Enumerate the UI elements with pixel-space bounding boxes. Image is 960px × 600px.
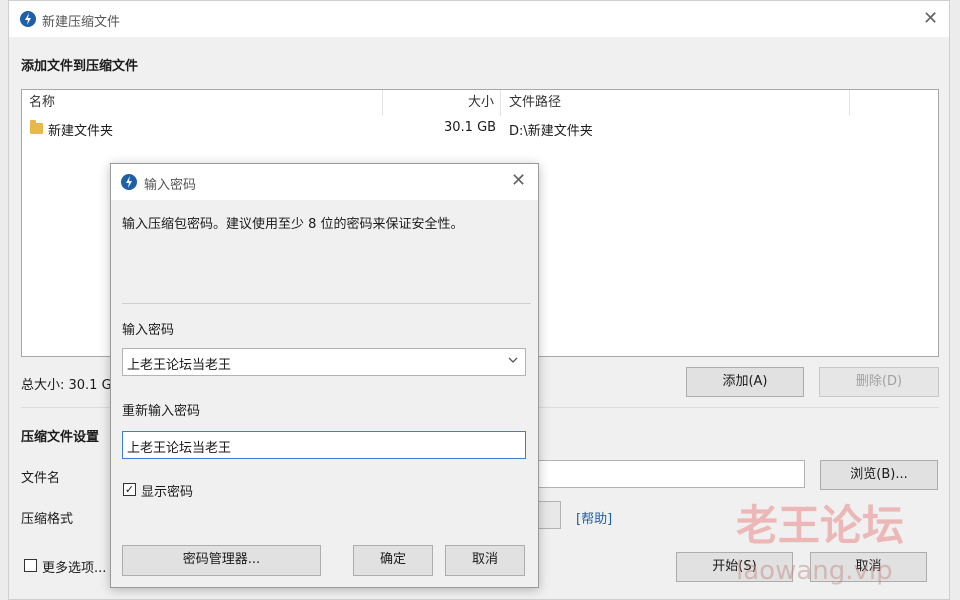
delete-button[interactable]: 删除(D): [819, 367, 939, 397]
app-logo-icon: [20, 11, 36, 27]
filename-label: 文件名: [21, 471, 61, 486]
watermark-url: laowang.vip: [736, 556, 893, 586]
show-password-label[interactable]: 显示密码: [141, 481, 193, 500]
column-divider: [500, 90, 501, 116]
dialog-title-bar: 输入密码 ✕: [111, 164, 538, 200]
column-header-size[interactable]: 大小: [468, 90, 494, 116]
row-path: D:\新建文件夹: [509, 124, 593, 139]
watermark-text: 老王论坛: [736, 501, 905, 550]
reenter-value: 上老王论坛当老王: [127, 441, 232, 456]
format-label: 压缩格式: [21, 512, 74, 527]
password-manager-button[interactable]: 密码管理器...: [122, 545, 321, 576]
window-title: 新建压缩文件: [42, 15, 121, 30]
dialog-cancel-button[interactable]: 取消: [445, 545, 525, 576]
row-size: 30.1 GB: [444, 120, 497, 135]
folder-icon: [30, 120, 43, 134]
password-value: 上老王论坛当老王: [127, 358, 232, 373]
dialog-title: 输入密码: [144, 178, 197, 193]
ok-button[interactable]: 确定: [353, 545, 433, 576]
add-button[interactable]: 添加(A): [686, 367, 804, 397]
dialog-hint: 输入压缩包密码。建议使用至少 8 位的密码来保证安全性。: [122, 217, 464, 232]
password-dialog: 输入密码 ✕ 输入压缩包密码。建议使用至少 8 位的密码来保证安全性。 输入密码…: [110, 163, 539, 588]
table-row[interactable]: 新建文件夹 30.1 GB D:\新建文件夹: [22, 116, 938, 140]
password-label: 输入密码: [122, 323, 175, 338]
title-bar: 新建压缩文件 ✕: [9, 1, 949, 37]
app-logo-icon: [121, 174, 137, 190]
settings-heading: 压缩文件设置: [21, 430, 100, 445]
column-header-path[interactable]: 文件路径: [509, 90, 561, 116]
chevron-down-icon[interactable]: [507, 354, 519, 370]
help-link[interactable]: [帮助]: [576, 508, 612, 527]
reenter-label: 重新输入密码: [122, 404, 201, 419]
show-password-checkbox[interactable]: ✓: [123, 483, 136, 496]
total-size: 总大小: 30.1 G: [21, 378, 112, 393]
divider: [122, 303, 531, 304]
browse-button[interactable]: 浏览(B)...: [820, 460, 938, 490]
more-options-label[interactable]: 更多选项...: [42, 557, 106, 576]
close-icon[interactable]: ✕: [923, 10, 938, 28]
add-files-heading: 添加文件到压缩文件: [21, 59, 139, 74]
row-name: 新建文件夹: [48, 124, 114, 139]
more-options-checkbox[interactable]: [24, 559, 37, 572]
column-divider: [849, 90, 850, 116]
reenter-password-input[interactable]: 上老王论坛当老王: [122, 431, 526, 459]
column-header-name[interactable]: 名称: [29, 90, 55, 116]
column-divider: [382, 90, 383, 116]
password-input[interactable]: 上老王论坛当老王: [122, 348, 526, 376]
dialog-close-icon[interactable]: ✕: [511, 172, 526, 190]
